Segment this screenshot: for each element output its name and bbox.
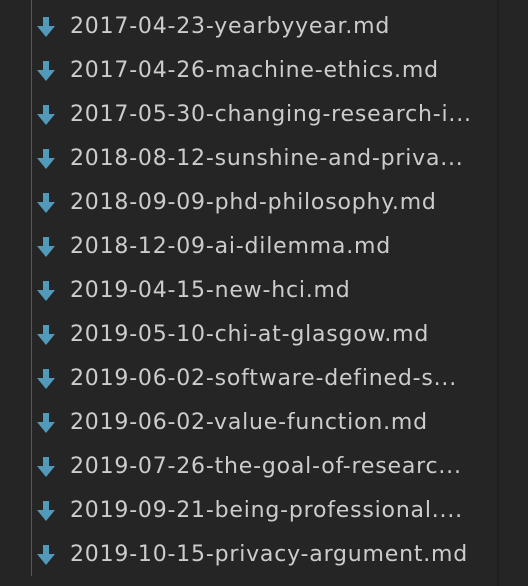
markdown-download-icon: [35, 500, 57, 522]
file-row[interactable]: 2019-05-10-chi-at-glasgow.md: [32, 313, 497, 357]
file-row[interactable]: 2019-06-02-software-defined-s...: [32, 357, 497, 401]
markdown-download-icon: [35, 16, 57, 38]
file-row[interactable]: 2019-07-26-the-goal-of-researc...: [32, 445, 497, 489]
markdown-download-icon: [35, 544, 57, 566]
file-name: 2019-06-02-value-function.md: [70, 410, 428, 435]
markdown-download-icon: [35, 192, 57, 214]
markdown-download-icon: [35, 104, 57, 126]
file-name: 2017-04-23-yearbyyear.md: [70, 14, 391, 39]
file-name: 2019-04-15-new-hci.md: [70, 278, 351, 303]
markdown-download-icon: [35, 280, 57, 302]
file-explorer-tree: 2017-04-23-yearbyyear.md 2017-04-26-mach…: [0, 0, 528, 586]
file-row[interactable]: 2018-08-12-sunshine-and-priva...: [32, 137, 497, 181]
panel-edge: [497, 0, 499, 586]
file-name: 2017-05-30-changing-research-i...: [70, 102, 472, 127]
file-row[interactable]: 2018-12-09-ai-dilemma.md: [32, 225, 497, 269]
file-name: 2018-12-09-ai-dilemma.md: [70, 234, 391, 259]
file-name: 2018-08-12-sunshine-and-priva...: [70, 146, 464, 171]
markdown-download-icon: [35, 60, 57, 82]
file-row[interactable]: 2017-04-26-machine-ethics.md: [32, 49, 497, 93]
markdown-download-icon: [35, 412, 57, 434]
file-name: 2019-09-21-being-professional....: [70, 498, 463, 523]
file-name: 2019-10-15-privacy-argument.md: [70, 542, 469, 567]
file-row[interactable]: 2017-05-30-changing-research-i...: [32, 93, 497, 137]
file-name: 2019-05-10-chi-at-glasgow.md: [70, 322, 430, 347]
markdown-download-icon: [35, 368, 57, 390]
file-row[interactable]: 2017-04-23-yearbyyear.md: [32, 5, 497, 49]
file-row[interactable]: 2019-09-21-being-professional....: [32, 489, 497, 533]
markdown-download-icon: [35, 324, 57, 346]
file-name: 2017-04-26-machine-ethics.md: [70, 58, 439, 83]
file-name: 2019-06-02-software-defined-s...: [70, 366, 457, 391]
file-row[interactable]: 2019-06-02-value-function.md: [32, 401, 497, 445]
markdown-download-icon: [35, 236, 57, 258]
markdown-download-icon: [35, 456, 57, 478]
file-name: 2019-07-26-the-goal-of-researc...: [70, 454, 462, 479]
file-row[interactable]: 2018-09-09-phd-philosophy.md: [32, 181, 497, 225]
markdown-download-icon: [35, 148, 57, 170]
file-row[interactable]: 2019-10-15-privacy-argument.md: [32, 533, 497, 577]
file-name: 2018-09-09-phd-philosophy.md: [70, 190, 437, 215]
file-row[interactable]: 2019-04-15-new-hci.md: [32, 269, 497, 313]
